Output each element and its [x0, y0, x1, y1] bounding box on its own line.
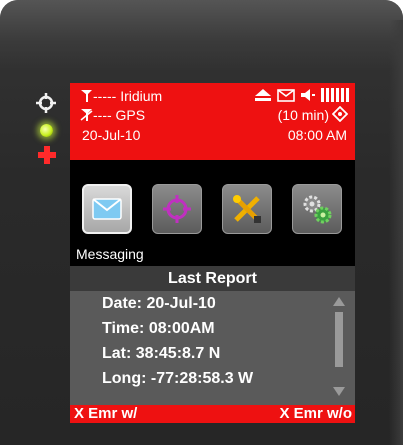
speaker-icon	[301, 89, 315, 101]
satellite-icon	[81, 90, 92, 102]
iridium-label: ----- Iridium	[93, 88, 163, 104]
position-app-button[interactable]	[152, 184, 202, 234]
app-launcher: Messaging	[70, 160, 355, 266]
scroll-thumb[interactable]	[335, 312, 343, 367]
emergency-cross-icon	[38, 146, 56, 164]
gps-status: ---- GPS	[80, 107, 145, 123]
report-time: Time: 08:00AM	[102, 320, 215, 337]
device-top-shade	[0, 0, 403, 70]
report-date: Date: 20-Jul-10	[102, 295, 216, 312]
gps-satellite-icon	[80, 109, 93, 121]
status-bar: ----- Iridium ---- GPS (10 min) 20-Jul-1…	[70, 83, 355, 160]
message-envelope-icon	[277, 88, 295, 102]
scroll-up-arrow-icon[interactable]	[333, 297, 345, 306]
gps-label: ---- GPS	[93, 107, 146, 123]
report-latitude: Lat: 38:45:8.7 N	[102, 345, 221, 362]
cancel-emergency-with-button[interactable]: X Emr w/	[74, 405, 137, 423]
report-longitude: Long: -77:28:58.3 W	[102, 370, 254, 387]
report-body: Date: 20-Jul-10 Time: 08:00AM Lat: 38:45…	[70, 291, 355, 405]
iridium-status: ----- Iridium	[80, 88, 162, 104]
signal-strength-icon	[321, 88, 349, 102]
device-side-edge	[389, 20, 403, 445]
settings-app-button[interactable]	[292, 184, 342, 234]
tools-app-button[interactable]	[222, 184, 272, 234]
cancel-emergency-without-button[interactable]: X Emr w/o	[279, 405, 352, 423]
device-screen: ----- Iridium ---- GPS (10 min) 20-Jul-1…	[70, 83, 355, 423]
report-scrollbar[interactable]	[332, 297, 346, 397]
scroll-down-arrow-icon[interactable]	[333, 387, 345, 396]
power-led	[40, 124, 53, 137]
selected-app-label: Messaging	[76, 246, 144, 262]
gears-icon	[303, 195, 332, 224]
status-icons	[254, 86, 349, 104]
status-time: 08:00 AM	[287, 127, 347, 143]
crosshair-icon	[163, 195, 191, 223]
report-title: Last Report	[168, 270, 257, 287]
messaging-app-button[interactable]	[82, 184, 132, 234]
status-date: 20-Jul-10	[82, 127, 141, 143]
gps-indicator-icon	[36, 93, 56, 113]
device-body: ----- Iridium ---- GPS (10 min) 20-Jul-1…	[0, 0, 403, 445]
target-icon	[332, 106, 348, 122]
last-report-panel: Last Report Date: 20-Jul-10 Time: 08:00A…	[70, 266, 355, 405]
report-interval: (10 min)	[277, 107, 329, 123]
softkey-bar: X Emr w/ X Emr w/o	[70, 405, 355, 423]
eject-icon	[255, 89, 271, 101]
tools-icon	[233, 195, 261, 223]
envelope-icon	[92, 198, 122, 220]
